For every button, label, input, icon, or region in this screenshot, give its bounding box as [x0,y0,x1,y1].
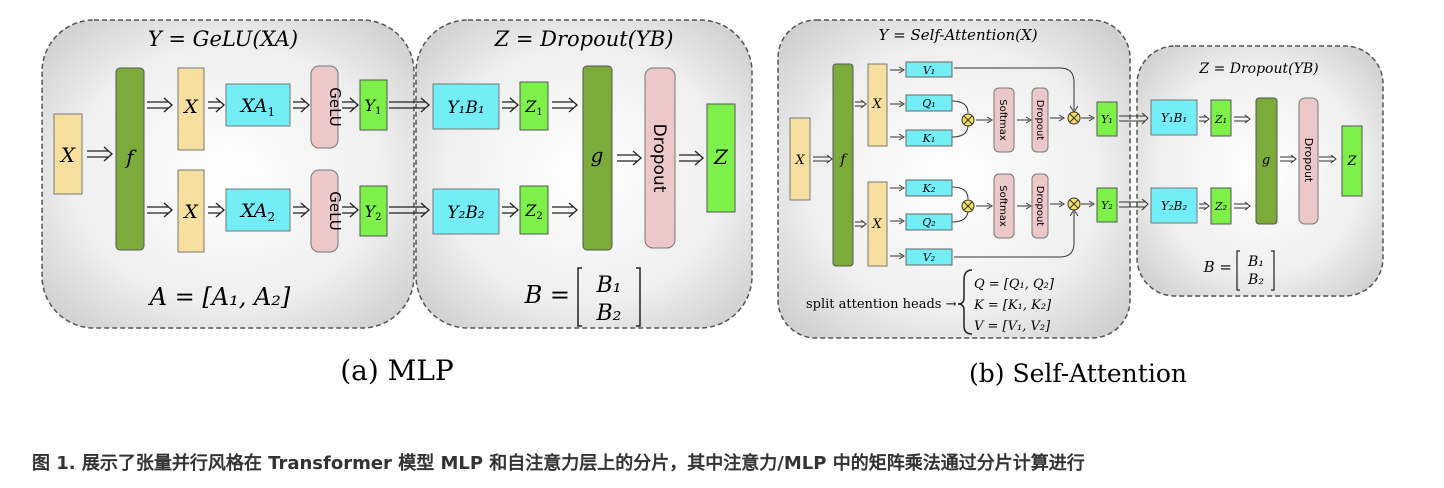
attn-z-output-label: Z [1346,154,1357,169]
mlp-gelu1-label: GeLU [326,87,344,126]
attn-k1-label: K₁ [922,132,936,145]
mlp-caption: (a) MLP [340,354,454,387]
attn-k-split: K = [K₁, K₂] [973,298,1052,313]
attn-v2-label: V₂ [923,251,935,264]
attn-q1-label: Q₁ [922,97,935,110]
mlp-b1-label: B₁ [596,273,622,298]
mlp-g-label: g [591,143,604,167]
attn-z2-label: Z₂ [1214,200,1227,213]
mlp-panel-y-title: Y = GeLU(XA) [148,27,298,51]
mlp-z-output-label: Z [713,145,729,169]
mlp-x1-label: X [182,96,199,118]
attn-caption: (b) Self-Attention [969,359,1187,388]
attn-q-split: Q = [Q₁, Q₂] [974,277,1055,292]
attn-y1b1-label: Y₁B₁ [1161,111,1187,125]
mlp-panel-z-title: Z = Dropout(YB) [494,27,674,51]
attn-x-input-label: X [794,153,805,168]
attn-dropout-final-label: Dropout [1302,138,1315,183]
attention-figure: Y = Self-Attention(X) Z = Dropout(YB) X … [777,19,1384,388]
attn-q2-label: Q₂ [922,216,935,229]
mlp-figure: Y = GeLU(XA) Z = Dropout(YB) X f X X XA1… [41,19,753,387]
attn-softmax2-label: Softmax [997,185,1008,227]
attn-b1-label: B₁ [1247,254,1264,270]
mlp-gelu2-label: GeLU [326,191,344,230]
attn-y2-label: Y₂ [1101,199,1113,212]
attn-panel-y-title: Y = Self-Attention(X) [878,26,1037,44]
attn-v1-label: V₁ [923,64,935,77]
attn-softmax1-label: Softmax [997,99,1008,141]
mlp-a-formula: A = [A₁, A₂] [148,283,291,311]
mlp-panel-y [41,19,415,329]
mlp-y1b1-label: Y₁B₁ [447,98,484,118]
attn-dropout2-label: Dropout [1034,186,1045,227]
attn-k2-label: K₂ [922,182,936,195]
figure-caption: 图 1. 展示了张量并行风格在 Transformer 模型 MLP 和自注意力… [32,453,1085,474]
attn-b-prefix: B = [1203,258,1232,276]
tensor-parallel-diagram: Y = GeLU(XA) Z = Dropout(YB) X f X X XA1… [41,19,1384,388]
mlp-b2-label: B₂ [596,301,622,326]
attn-y1-label: Y₁ [1101,113,1113,126]
attn-split-label: split attention heads → [806,297,957,312]
mlp-b-prefix: B = [524,281,570,309]
attn-g-label: g [1262,153,1270,168]
mlp-x-input-label: X [59,143,76,167]
attn-x2-label: X [871,217,882,232]
attn-z1-label: Z₁ [1214,113,1227,126]
attn-x1-label: X [871,97,882,112]
attn-b2-label: B₂ [1247,272,1264,288]
mlp-dropout-label: Dropout [649,124,669,193]
attn-v-split: V = [V₁, V₂] [974,319,1051,334]
mlp-x2-label: X [182,201,199,223]
attn-panel-z-title: Z = Dropout(YB) [1198,61,1318,77]
attn-y2b2-label: Y₂B₂ [1161,199,1188,213]
mlp-y2b2-label: Y₂B₂ [447,203,485,223]
attn-dropout1-label: Dropout [1034,100,1045,141]
